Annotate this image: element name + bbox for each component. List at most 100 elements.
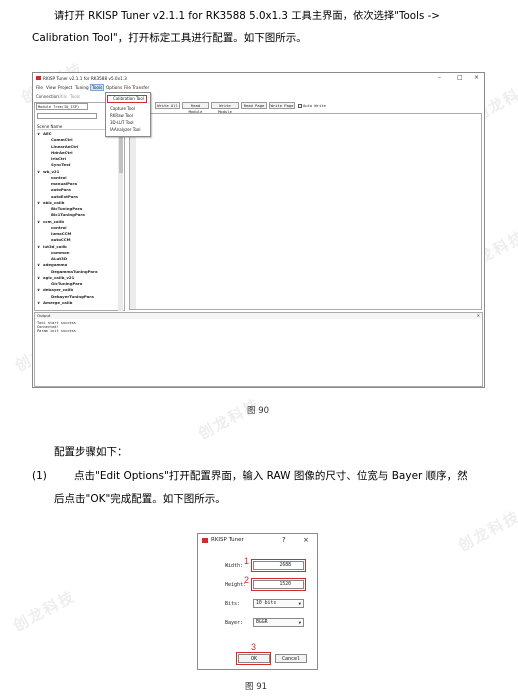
tree-item[interactable]: BlcTuningPara [51,206,82,211]
chevron-down-icon[interactable]: ∨ [37,300,40,305]
close-button[interactable]: × [474,74,479,81]
chevron-down-icon[interactable]: ∨ [37,262,40,267]
chevron-down-icon[interactable]: ∨ [37,287,40,292]
menu-view[interactable]: View [46,85,56,90]
read-page-button[interactable]: Read Page [241,102,267,109]
bits-select[interactable]: 10 bits ▼ [253,599,304,608]
tree-item[interactable]: manualPara [51,181,77,186]
bayer-select[interactable]: BGGR ▼ [253,618,304,627]
tree-item[interactable]: control [51,175,67,180]
minimize-button[interactable]: – [438,74,441,81]
tree-group-label: ablc_calib [43,199,65,205]
height-label: Height: [225,582,247,588]
close-icon[interactable]: × [303,536,309,544]
tree-group[interactable]: ∨ adegamma [37,262,68,268]
tree-item[interactable]: lumaCCM [51,231,71,236]
bayer-label: Bayer: [225,620,244,626]
tree-group-label: AEC [43,131,52,136]
tree-group-label: Amerge_calib [43,299,73,305]
marker-3: 3 [251,642,257,652]
menu-tools[interactable]: Tools [89,84,105,91]
tree-group[interactable]: ∨ wb_v21 [37,169,59,174]
menu-tuning[interactable]: Tuning [75,85,89,90]
maximize-button[interactable]: □ [457,74,463,81]
read-module-button[interactable]: Read Module [182,102,209,114]
chevron-down-icon: ▼ [298,620,301,625]
tree-group[interactable]: ∨ agic_calib_v21 [37,274,75,280]
tree-group[interactable]: ∨ Amerge_calib [37,299,73,305]
module-select[interactable]: Module Tree(IQ_ISP) [36,103,88,110]
tree-item[interactable]: GicTuningPara [51,281,82,286]
tree-item[interactable]: common [51,250,70,255]
ribbon-utils[interactable]: Utils [58,94,67,99]
tree-item[interactable]: control [51,225,67,230]
tree-group[interactable]: ∨ AEC [37,131,52,136]
width-highlight [251,559,306,572]
tree-group[interactable]: ∨ ablc_calib [37,199,65,205]
ribbon-connection[interactable]: Connection [36,94,59,99]
tree-item[interactable]: DegammaTuningPara [51,269,98,274]
help-icon[interactable]: ? [282,536,286,544]
menu-item-iaanalyzer-tool[interactable]: IAAnalyzer Tool [110,127,140,132]
tree-item[interactable]: HdrAeCtrl [51,150,73,155]
tree-item[interactable]: ALut3D [51,256,67,261]
chevron-down-icon[interactable]: ∨ [37,244,40,249]
app-icon [202,538,208,543]
tree-item[interactable]: autoCCM [51,237,71,242]
write-all-button[interactable]: Write All [155,102,180,109]
window-titlebar: RKISP Tuner v2.1.1 for RK3588 v5.0x1.3 –… [33,73,484,83]
dialog-title: RKISP Tuner [211,537,244,543]
tree-item[interactable]: IrisCtrl [51,156,66,161]
menu-bar: File View Project Tuning Tools Options F… [33,84,484,92]
menu-item-3dlut-tool[interactable]: 3D-LUT Tool [110,120,134,125]
chevron-down-icon[interactable]: ∨ [37,131,40,136]
intro-line-1: 请打开 RKISP Tuner v2.1.1 for RK3588 5.0x1.… [54,10,440,22]
tree-item[interactable]: DebayerTuningPara [51,294,94,299]
ribbon-tools[interactable]: Tools [70,94,80,99]
width-label: Width: [225,563,244,569]
tree-group[interactable]: ∨ ccm_calib [37,219,64,224]
ok-button[interactable]: OK [238,654,270,663]
chevron-down-icon[interactable]: ∨ [37,219,40,224]
output-close-icon[interactable]: × [477,313,480,318]
write-page-button[interactable]: Write Page [269,102,295,109]
write-module-button[interactable]: Write Module [211,102,239,114]
marker-2: 2 [244,575,250,585]
menu-item-calibration-tool[interactable]: Calibration Tool [113,96,144,101]
chevron-down-icon[interactable]: ∨ [37,169,40,174]
menu-file[interactable]: File [36,85,43,90]
figure-90-caption: 图 90 [247,406,270,416]
step-1-line-2: 后点击"OK"完成配置。如下图所示。 [54,493,226,505]
watermark: 创龙科技 [9,587,79,635]
tree-item[interactable]: CommCtrl [51,137,73,142]
tree-search-input[interactable] [37,113,97,119]
tree-group-label: adegamma [43,262,68,268]
tuner-main-window: RKISP Tuner v2.1.1 for RK3588 v5.0x1.3 –… [32,72,485,388]
tree-item[interactable]: SyncTest [51,162,70,167]
page-toolbar: Write All Read Module Write Module Read … [155,102,355,114]
tree-group[interactable]: ∨ lut3d_calib [37,244,67,249]
tree-group[interactable]: ∨ debayer_calib [37,287,74,293]
menu-item-capture-tool[interactable]: Capture Tool [110,106,135,111]
tree-item[interactable]: autoExtPara [51,194,78,199]
app-icon [36,76,41,80]
output-panel: Output × Tool start success Connected! P… [34,312,483,387]
auto-write-checkbox[interactable]: Auto Write [298,102,326,109]
tree-scrollbar[interactable] [118,117,123,311]
bits-value: 10 bits [256,601,277,606]
tree-item[interactable]: autoPara [51,187,71,192]
menu-file-transfer[interactable]: File Transfer [124,85,149,90]
checkbox-box [298,104,302,108]
raw-options-dialog: RKISP Tuner ? × Width: 2688 1 Height: 15… [197,533,318,670]
chevron-down-icon[interactable]: ∨ [37,200,40,205]
chevron-down-icon[interactable]: ∨ [37,275,40,280]
cancel-button[interactable]: Cancel [275,654,307,663]
tree-group-label: agic_calib_v21 [43,274,75,280]
panel-scrollbar[interactable] [130,114,136,309]
menu-project[interactable]: Project [58,85,72,90]
tree-item[interactable]: LinearAeCtrl [51,144,78,149]
menu-item-rkraw-tool[interactable]: RKRaw Tool [110,113,133,118]
tree-group-label: debayer_calib [43,287,74,293]
tree-item[interactable]: Blc1TuningPara [51,212,85,217]
menu-options[interactable]: Options [106,85,122,90]
